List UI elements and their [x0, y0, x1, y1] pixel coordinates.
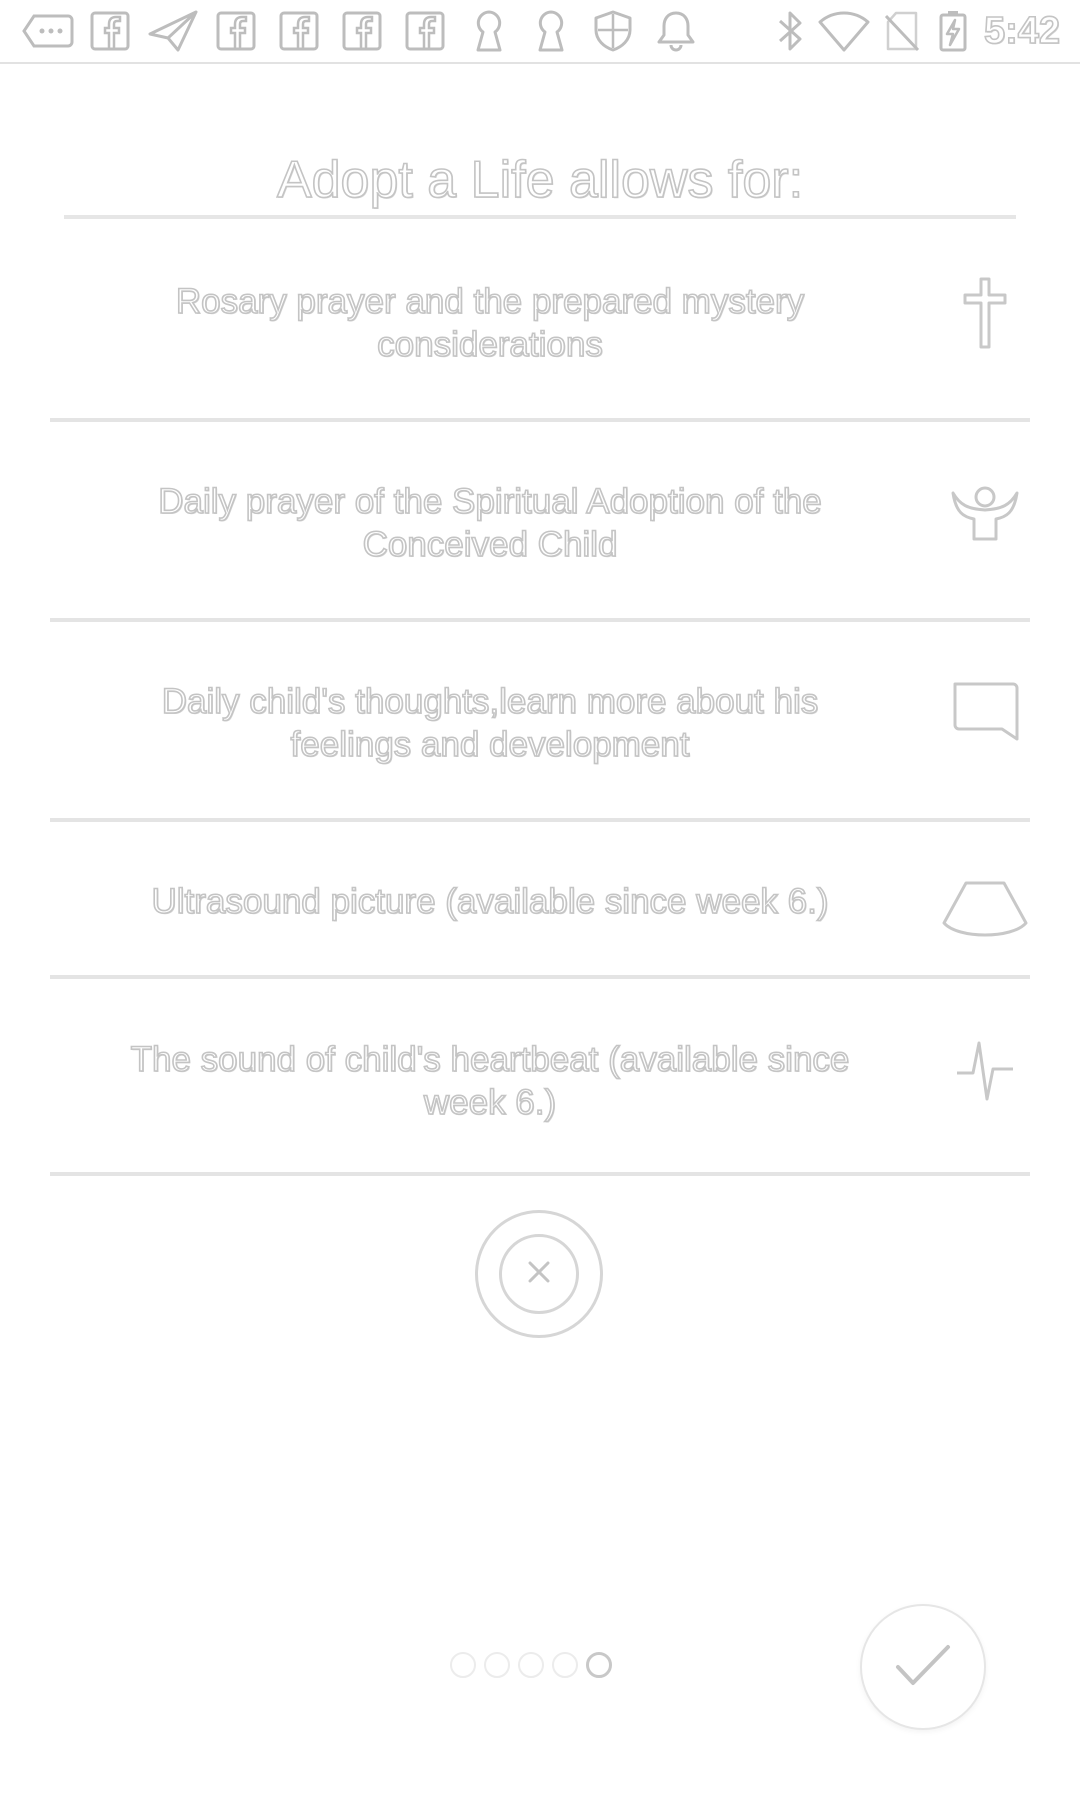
speech-bubble-icon	[940, 668, 1030, 758]
divider	[50, 418, 1030, 422]
shield-icon	[592, 10, 634, 52]
chat-bubble-icon	[22, 10, 74, 52]
list-item: Daily child's thoughts,learn more about …	[50, 660, 1030, 822]
wifi-icon	[818, 10, 870, 52]
page-dot[interactable]	[450, 1652, 476, 1678]
list-item: Daily prayer of the Spiritual Adoption o…	[50, 460, 1030, 622]
feature-text: The sound of child's heartbeat (availabl…	[130, 1039, 850, 1123]
facebook-icon	[279, 10, 319, 52]
facebook-icon	[216, 10, 256, 52]
feature-text: Daily child's thoughts,learn more about …	[161, 681, 819, 765]
clock: 5:42	[983, 9, 1061, 53]
close-button[interactable]	[475, 1210, 603, 1338]
bluetooth-icon	[776, 10, 804, 52]
page-indicator	[450, 1652, 612, 1682]
bell-icon	[656, 10, 696, 52]
no-sim-icon	[884, 10, 920, 52]
facebook-icon	[405, 10, 445, 52]
checkmark-icon	[895, 1643, 951, 1692]
list-item: Rosary prayer and the prepared mystery c…	[50, 260, 1030, 422]
divider	[50, 818, 1030, 822]
divider	[50, 1172, 1030, 1176]
page-dot[interactable]	[518, 1652, 544, 1678]
heartbeat-icon	[940, 1026, 1030, 1116]
title-divider	[64, 215, 1016, 219]
send-icon	[148, 10, 198, 52]
cross-icon	[940, 268, 1030, 358]
close-button-inner	[499, 1234, 579, 1314]
list-item: The sound of child's heartbeat (availabl…	[50, 1020, 1030, 1180]
feature-text: Rosary prayer and the prepared mystery c…	[175, 281, 805, 365]
battery-charging-icon	[938, 10, 968, 52]
close-icon	[526, 1259, 552, 1290]
praying-person-icon	[940, 468, 1030, 558]
list-item: Ultrasound picture (available since week…	[50, 860, 1030, 980]
done-button[interactable]	[860, 1604, 986, 1730]
page-dot[interactable]	[484, 1652, 510, 1678]
divider	[50, 618, 1030, 622]
ultrasound-icon	[940, 864, 1030, 954]
keyhole-icon	[472, 10, 506, 52]
page-dot[interactable]	[552, 1652, 578, 1678]
keyhole-icon	[534, 10, 568, 52]
divider	[50, 975, 1030, 979]
page-title: Adopt a Life allows for:	[276, 150, 804, 210]
feature-text: Ultrasound picture (available since week…	[151, 881, 830, 922]
page-dot-active[interactable]	[586, 1652, 612, 1678]
status-bar: 5:42	[0, 0, 1080, 64]
facebook-icon	[90, 10, 130, 52]
feature-text: Daily prayer of the Spiritual Adoption o…	[157, 481, 822, 565]
facebook-icon	[342, 10, 382, 52]
onboarding-screen: 5:42 Adopt a Life allows for: Rosary pra…	[0, 0, 1080, 1794]
